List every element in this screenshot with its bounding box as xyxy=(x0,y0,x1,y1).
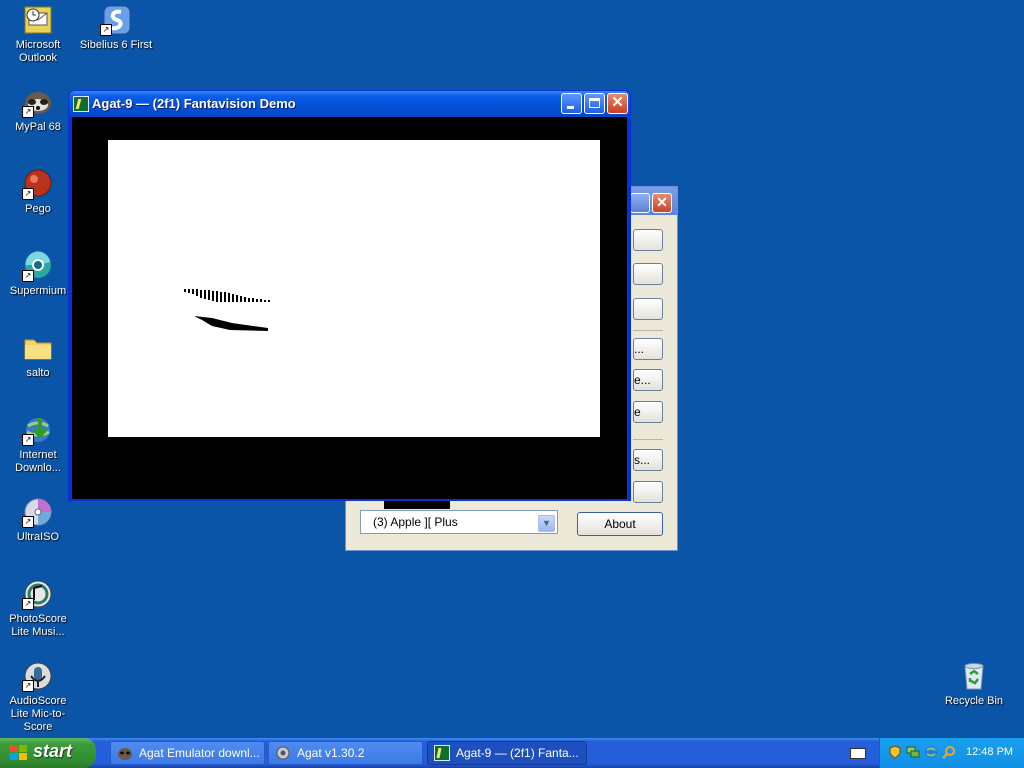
agat-action-button-4[interactable]: ... xyxy=(633,338,663,360)
taskbar-item-agat9-demo[interactable]: Agat-9 — (2f1) Fanta... xyxy=(427,741,587,765)
agat-action-button-3[interactable] xyxy=(633,298,663,320)
agat-action-button-2[interactable] xyxy=(633,263,663,285)
search-icon[interactable] xyxy=(942,745,956,759)
desktop-icon-label: salto xyxy=(26,367,50,379)
demo-window-titlebar[interactable]: Agat-9 — (2f1) Fantavision Demo ✕ xyxy=(69,91,630,117)
desktop-icon-label: Recycle Bin xyxy=(944,695,1004,707)
ultraiso-icon: ↗ xyxy=(22,496,54,528)
network-icon[interactable] xyxy=(906,745,920,759)
taskbar-item-agat-v1[interactable]: Agat v1.30.2 xyxy=(268,741,423,765)
taskbar: start Agat Emulator downl... Agat v1.30.… xyxy=(0,738,1024,768)
desktop-icon-label: Microsoft Outlook xyxy=(15,39,61,64)
close-button[interactable]: ✕ xyxy=(607,93,628,114)
agat-action-button-7[interactable]: s... xyxy=(633,449,663,471)
start-button[interactable]: start xyxy=(0,738,96,768)
desktop-icon-label: Pego xyxy=(25,203,51,215)
agat-action-button-8[interactable] xyxy=(633,481,663,503)
fantavision-graphics xyxy=(184,289,270,331)
clock[interactable]: 12:48 PM xyxy=(966,746,1013,758)
chevron-down-icon[interactable]: ▼ xyxy=(538,515,555,532)
system-tray: 12:48 PM xyxy=(879,738,1024,768)
photoscore-icon: ↗ xyxy=(22,578,54,610)
desktop-icon-pego[interactable]: ↗ Pego xyxy=(0,168,76,216)
separator xyxy=(633,439,663,440)
about-button[interactable]: About xyxy=(577,512,663,536)
sibelius-icon: ↗ xyxy=(100,4,132,36)
machine-model-value: (3) Apple ][ Plus xyxy=(373,515,458,529)
agat-app-icon xyxy=(434,745,450,761)
desktop-icon-ultraiso[interactable]: ↗ UltraISO xyxy=(0,496,76,544)
windows-logo-icon xyxy=(10,745,28,761)
outlook-icon xyxy=(22,4,54,36)
desktop-icon-mypal[interactable]: ↗ MyPal 68 xyxy=(0,86,76,134)
internet-download-icon: ↗ xyxy=(22,414,54,446)
desktop-icon-supermium[interactable]: ↗ Supermium xyxy=(0,250,76,298)
emulator-display[interactable] xyxy=(72,117,627,499)
separator xyxy=(633,330,663,331)
keyboard-icon[interactable] xyxy=(850,748,866,759)
agat-app-icon[interactable] xyxy=(73,96,90,112)
desktop-icon-outlook[interactable]: Microsoft Outlook xyxy=(0,4,76,65)
desktop-icon-internet-download[interactable]: ↗ Internet Downlo... xyxy=(0,414,76,475)
close-button[interactable]: ✕ xyxy=(652,193,672,213)
close-icon: ✕ xyxy=(611,94,624,111)
mypal-icon xyxy=(117,745,133,761)
minimize-button[interactable] xyxy=(561,93,582,114)
agat-action-button-1[interactable] xyxy=(633,229,663,251)
desktop-icon-label: Supermium xyxy=(9,285,67,297)
desktop-icon-label: AudioScore Lite Mic-to-Score xyxy=(9,695,67,733)
desktop-icon-recycle-bin[interactable]: Recycle Bin xyxy=(936,660,1012,708)
agat-action-button-5[interactable]: e... xyxy=(633,369,663,391)
desktop-icon-label: Internet Downlo... xyxy=(15,449,61,474)
desktop-icon-label: PhotoScore Lite Musi... xyxy=(9,613,67,638)
folder-icon xyxy=(22,332,54,364)
maximize-button[interactable] xyxy=(584,93,605,114)
start-label: start xyxy=(33,741,73,761)
desktop-icon-audioscore[interactable]: ↗ AudioScore Lite Mic-to-Score xyxy=(0,660,76,734)
demo-window[interactable]: Agat-9 — (2f1) Fantavision Demo ✕ xyxy=(68,90,631,501)
emulator-screen[interactable] xyxy=(108,140,600,437)
desktop-icon-salto[interactable]: salto xyxy=(0,332,76,380)
pego-icon: ↗ xyxy=(22,168,54,200)
supermium-icon: ↗ xyxy=(22,250,54,282)
shield-icon[interactable] xyxy=(888,745,902,759)
desktop-icon-label: Sibelius 6 First xyxy=(79,39,153,51)
maximize-button[interactable] xyxy=(630,193,650,213)
recycle-bin-icon xyxy=(958,660,990,692)
globe-icon[interactable] xyxy=(924,745,938,759)
window-title: Agat-9 — (2f1) Fantavision Demo xyxy=(92,96,296,111)
desktop-icon-label: MyPal 68 xyxy=(15,121,61,133)
gear-icon xyxy=(275,745,291,761)
desktop-icon-label: UltraISO xyxy=(16,531,60,543)
agat-action-button-6[interactable]: e xyxy=(633,401,663,423)
mypal-icon: ↗ xyxy=(22,86,54,118)
desktop-icon-photoscore[interactable]: ↗ PhotoScore Lite Musi... xyxy=(0,578,76,639)
audioscore-icon: ↗ xyxy=(22,660,54,692)
machine-model-select[interactable]: (3) Apple ][ Plus ▼ xyxy=(360,510,558,534)
desktop-icon-sibelius[interactable]: ↗ Sibelius 6 First xyxy=(78,4,154,52)
taskbar-item-agat-download[interactable]: Agat Emulator downl... xyxy=(110,741,265,765)
